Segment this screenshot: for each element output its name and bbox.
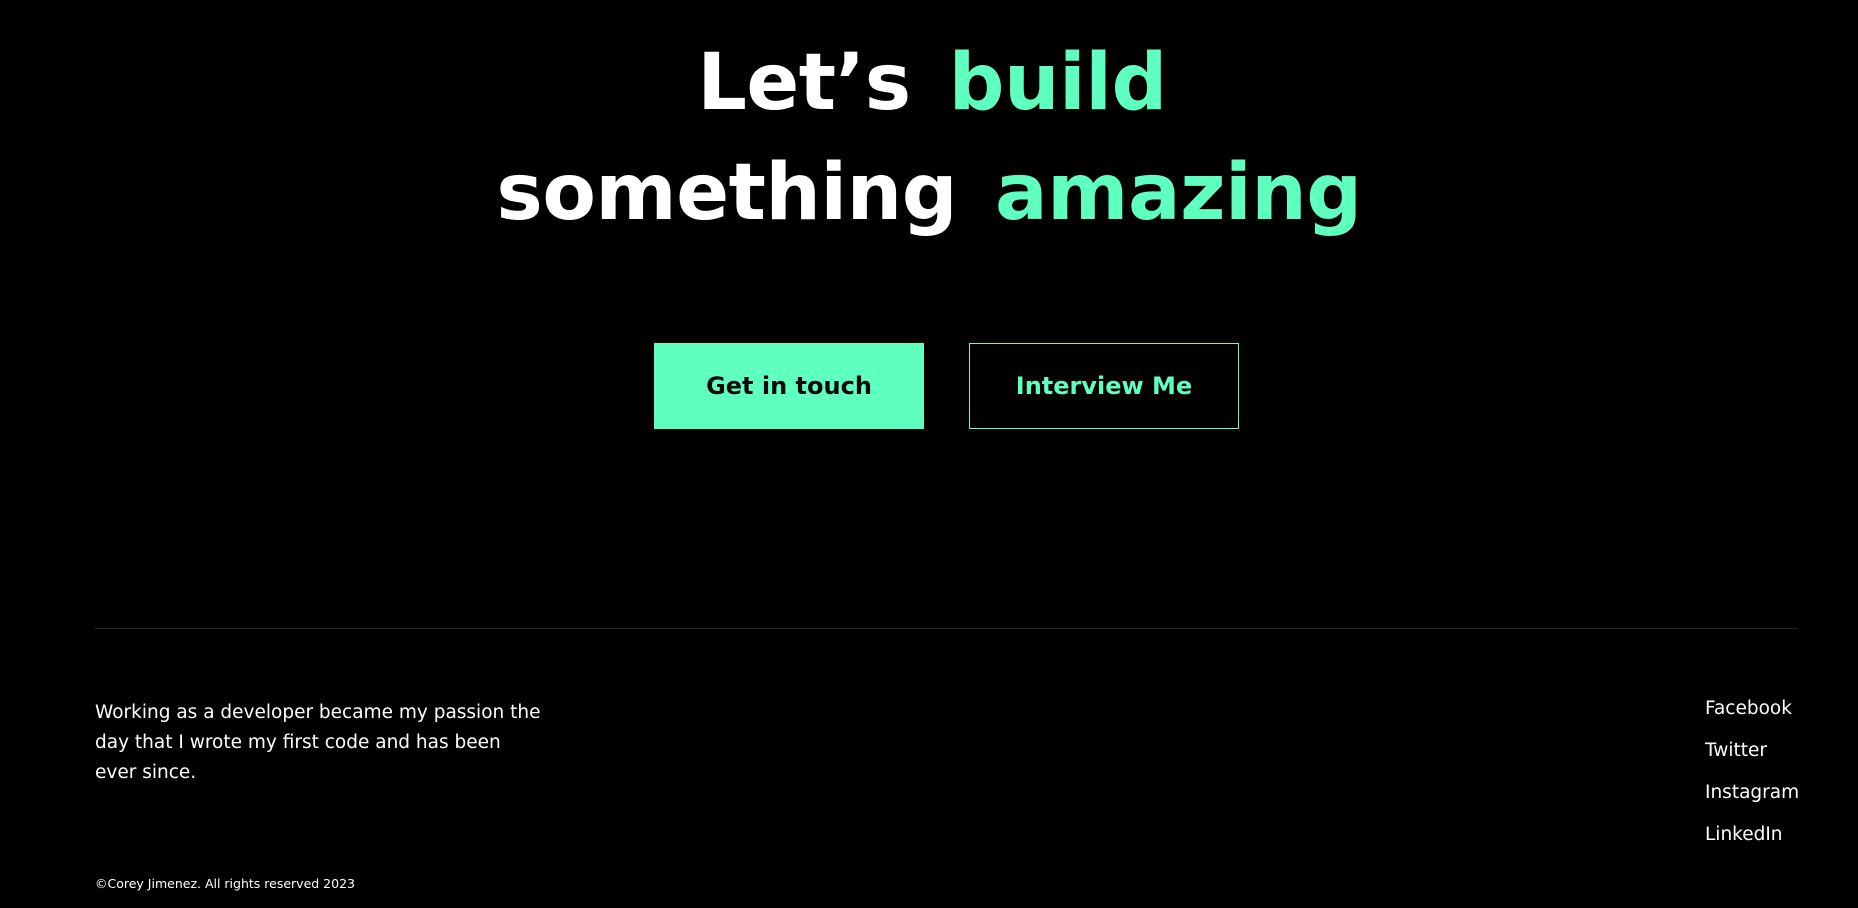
- social-link-instagram[interactable]: Instagram: [1705, 778, 1825, 820]
- hero-word-something: something: [496, 148, 958, 238]
- footer-blurb: Working as a developer became my passion…: [95, 702, 541, 783]
- page: Let’s build something amazing Get in touch…: [0, 0, 1858, 908]
- footer-divider: [95, 628, 1798, 629]
- social-link-linkedin[interactable]: LinkedIn: [1705, 820, 1825, 862]
- hero-word-lets: Let’s: [697, 38, 911, 128]
- social-link-facebook[interactable]: Facebook: [1705, 694, 1825, 736]
- cta-row: Get in touch Interview Me: [654, 343, 1239, 429]
- hero-line-2: something amazing: [0, 138, 1858, 248]
- copyright-text: ©Corey Jimenez. All rights reserved 2023: [95, 876, 355, 891]
- hero-word-build: build: [948, 38, 1168, 128]
- social-link-twitter[interactable]: Twitter: [1705, 736, 1825, 778]
- get-in-touch-button[interactable]: Get in touch: [654, 343, 924, 429]
- interview-me-button[interactable]: Interview Me: [969, 343, 1239, 429]
- hero-line-1: Let’s build: [0, 28, 1858, 138]
- social-links: Facebook Twitter Instagram LinkedIn: [1705, 694, 1825, 862]
- hero-heading: Let’s build something amazing: [0, 28, 1858, 248]
- hero-word-amazing: amazing: [995, 148, 1362, 238]
